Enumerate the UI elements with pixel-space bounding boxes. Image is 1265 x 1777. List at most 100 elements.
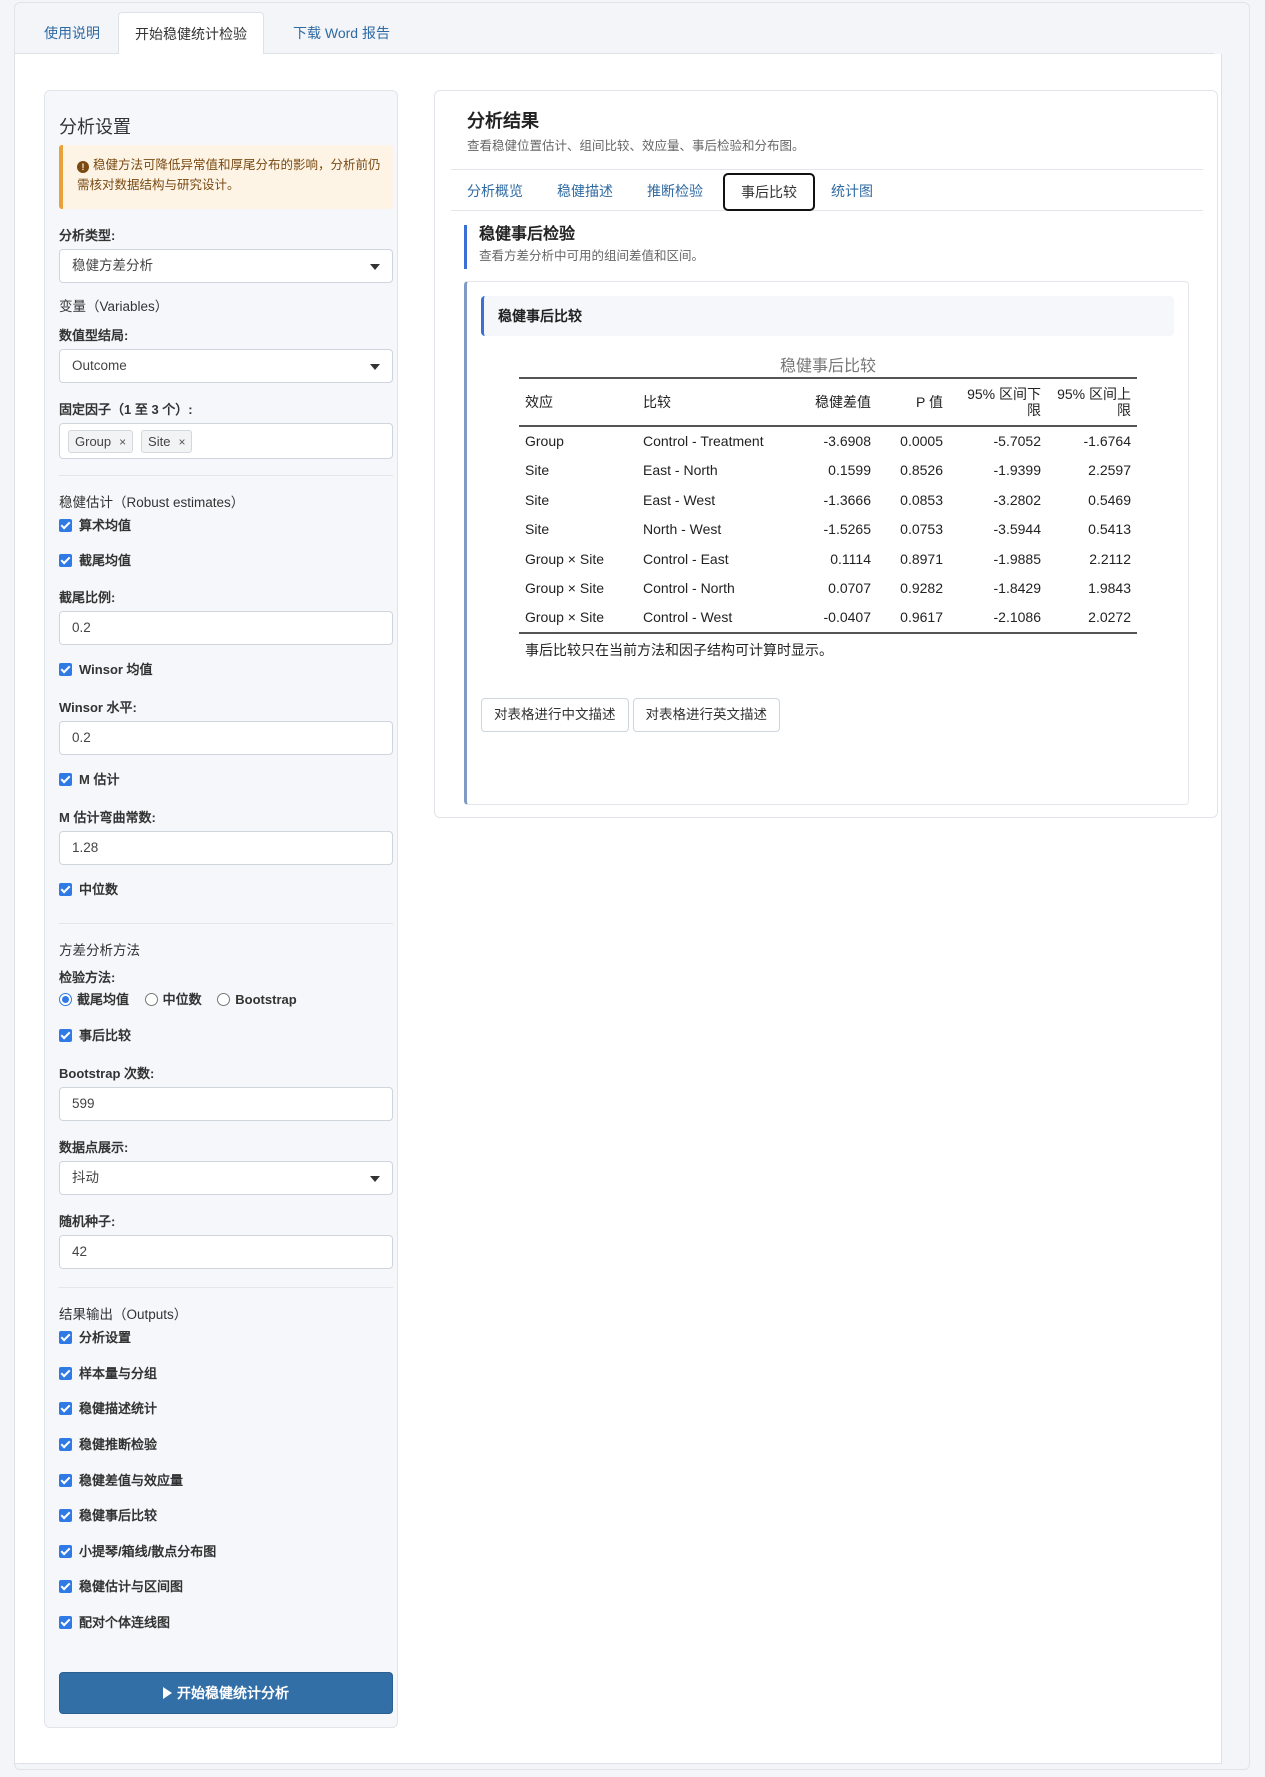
m-estimator-checkbox[interactable]: M 估计	[59, 771, 119, 789]
random-seed-input[interactable]: 42	[59, 1235, 393, 1269]
tab-posthoc[interactable]: 事后比较	[723, 173, 815, 211]
numeric-outcome-select[interactable]: Outcome	[59, 349, 393, 383]
divider	[59, 1287, 393, 1288]
describe-english-button[interactable]: 对表格进行英文描述	[632, 698, 780, 732]
run-button-label: 开始稳健统计分析	[177, 1685, 289, 1701]
cell: -1.8429	[993, 580, 1041, 597]
output-checkbox[interactable]: 配对个体连线图	[59, 1614, 170, 1632]
output-checkbox[interactable]: 稳健事后比较	[59, 1507, 157, 1525]
checkbox-label: 稳健推断检验	[79, 1437, 158, 1452]
cell: -1.6764	[1083, 433, 1131, 450]
radio-unselected-icon	[144, 993, 158, 1006]
checkbox-label: 小提琴/箱线/散点分布图	[79, 1544, 217, 1559]
factor-tag-label: Site	[148, 434, 171, 449]
trimmed-mean-checkbox[interactable]: 截尾均值	[59, 552, 131, 570]
radio-bootstrap[interactable]: Bootstrap	[217, 991, 297, 1009]
output-checkbox[interactable]: 分析设置	[59, 1329, 131, 1347]
cell: -1.3666	[823, 491, 871, 508]
divider	[59, 475, 393, 476]
run-analysis-button[interactable]: 开始稳健统计分析	[59, 1672, 393, 1714]
checkbox-checked-icon	[59, 663, 72, 676]
data-points-value: 抖动	[72, 1170, 99, 1185]
posthoc-table: 效应 比较 稳健差值 P 值 95% 区间下限 95% 区间上限 Group C…	[519, 377, 1137, 634]
analysis-type-select[interactable]: 稳健方差分析	[59, 249, 393, 283]
cell: Group × Site	[519, 603, 637, 634]
cell: Control - North	[643, 580, 735, 597]
output-checkbox[interactable]: 稳健描述统计	[59, 1400, 157, 1418]
trim-ratio-input[interactable]: 0.2	[59, 611, 393, 645]
card-title: 稳健事后比较	[481, 296, 1174, 336]
checkbox-checked-icon	[59, 1616, 72, 1629]
cell: 0.0753	[900, 521, 943, 538]
tab-overview[interactable]: 分析概览	[451, 171, 539, 211]
factor-tag[interactable]: Group ×	[68, 430, 134, 453]
cell: Site	[525, 462, 550, 479]
radio-trimmed-mean[interactable]: 截尾均值	[59, 991, 129, 1009]
checkbox-label: 截尾均值	[79, 553, 132, 568]
output-checkbox[interactable]: 样本量与分组	[59, 1365, 157, 1383]
table-caption: 稳健事后比较	[779, 358, 876, 375]
chevron-down-icon	[370, 364, 380, 370]
radio-selected-icon	[59, 993, 72, 1006]
results-panel: 分析结果 查看稳健位置估计、组间比较、效应量、事后检验和分布图。 分析概览 稳健…	[434, 90, 1218, 818]
cell: 0.1114	[830, 550, 871, 567]
table-row: Group × Site Control - West -0.0407 0.96…	[519, 603, 1137, 634]
checkbox-checked-icon	[59, 1509, 72, 1522]
tab-instructions[interactable]: 使用说明	[28, 12, 116, 55]
table-row: Group Control - Treatment -3.6908 0.0005…	[519, 426, 1137, 456]
tab-plots[interactable]: 统计图	[815, 171, 889, 211]
m-bend-input[interactable]: 1.28	[59, 831, 393, 865]
radio-median[interactable]: 中位数	[144, 991, 202, 1009]
cell: -1.9399	[993, 462, 1041, 479]
tab-inference[interactable]: 推断检验	[631, 171, 719, 211]
checkbox-label: 样本量与分组	[79, 1366, 158, 1381]
cell: -2.1086	[949, 603, 1047, 634]
checkbox-checked-icon	[59, 1474, 72, 1487]
winsor-level-input[interactable]: 0.2	[59, 721, 393, 755]
posthoc-checkbox[interactable]: 事后比较	[59, 1027, 131, 1045]
fixed-factors-input[interactable]: Group × Site ×	[59, 423, 393, 459]
bootstrap-count-input[interactable]: 599	[59, 1087, 393, 1121]
checkbox-checked-icon	[59, 554, 72, 567]
cell: -3.2802	[993, 491, 1041, 508]
cell: Control - Treatment	[643, 433, 764, 450]
checkbox-label: 稳健估计与区间图	[79, 1579, 184, 1594]
winsor-level-label: Winsor 水平:	[59, 700, 137, 715]
output-checkbox[interactable]: 稳健推断检验	[59, 1436, 157, 1454]
data-points-select[interactable]: 抖动	[59, 1161, 393, 1195]
radio-label: Bootstrap	[235, 992, 297, 1007]
cell: -0.0407	[787, 603, 877, 634]
tab-robust-descriptive[interactable]: 稳健描述	[541, 171, 629, 211]
checkbox-checked-icon	[59, 1367, 72, 1380]
factor-tag-label: Group	[75, 434, 112, 449]
outputs-heading: 结果输出（Outputs）	[59, 1307, 188, 1322]
output-checkbox[interactable]: 小提琴/箱线/散点分布图	[59, 1543, 216, 1561]
tab-start-robust-test[interactable]: 开始稳健统计检验	[118, 12, 264, 55]
tab-download-word[interactable]: 下载 Word 报告	[277, 12, 406, 55]
remove-tag-icon[interactable]: ×	[178, 435, 185, 449]
results-title: 分析结果	[467, 111, 539, 131]
cell: 0.1599	[828, 462, 871, 479]
describe-chinese-button[interactable]: 对表格进行中文描述	[481, 698, 629, 732]
checkbox-checked-icon	[59, 883, 72, 896]
output-checkbox[interactable]: 稳健差值与效应量	[59, 1472, 183, 1490]
checkbox-checked-icon	[59, 773, 72, 786]
cell: -5.7052	[993, 433, 1041, 450]
remove-tag-icon[interactable]: ×	[119, 435, 126, 449]
posthoc-card: 稳健事后比较 稳健事后比较 效应 比较 稳健差值 P 值 95% 区间下限 95…	[464, 281, 1189, 805]
radio-unselected-icon	[217, 993, 231, 1006]
numeric-outcome-label: 数值型结局:	[59, 328, 129, 343]
checkbox-checked-icon	[59, 1402, 72, 1415]
table-row: Group × Site Control - North 0.0707 0.92…	[519, 574, 1137, 604]
arith-mean-checkbox[interactable]: 算术均值	[59, 517, 131, 535]
output-checkbox[interactable]: 稳健估计与区间图	[59, 1578, 183, 1596]
cell: East - North	[643, 462, 718, 479]
winsor-mean-checkbox[interactable]: Winsor 均值	[59, 661, 153, 679]
play-icon	[163, 1687, 172, 1699]
median-checkbox[interactable]: 中位数	[59, 881, 118, 899]
col-header: 95% 区间下限	[949, 377, 1047, 427]
cell: 0.0853	[900, 491, 943, 508]
bootstrap-count-label: Bootstrap 次数:	[59, 1066, 155, 1081]
factor-tag[interactable]: Site ×	[141, 430, 193, 453]
cell: -3.6908	[823, 433, 871, 450]
